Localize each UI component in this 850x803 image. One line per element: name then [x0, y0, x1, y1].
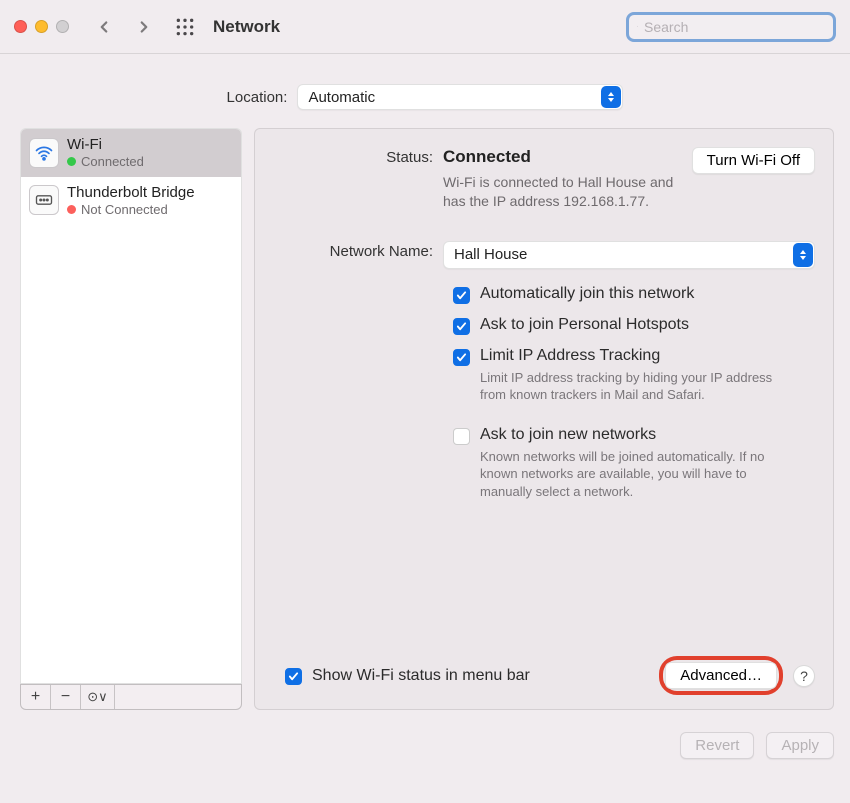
back-button[interactable]: [95, 18, 113, 36]
status-label: Status:: [273, 147, 443, 211]
thunderbolt-bridge-icon: [29, 185, 59, 215]
network-name-label: Network Name:: [273, 241, 443, 269]
close-window-button[interactable]: [14, 20, 27, 33]
search-field[interactable]: [626, 12, 836, 42]
interface-status: Connected: [67, 154, 144, 170]
window-controls: [14, 20, 69, 33]
status-dot-icon: [67, 157, 76, 166]
window-title: Network: [213, 17, 280, 37]
limit-ip-checkbox-row: Limit IP Address Tracking Limit IP addre…: [453, 347, 815, 404]
auto-join-checkbox-row: Automatically join this network: [453, 285, 815, 304]
limit-ip-description: Limit IP address tracking by hiding your…: [480, 369, 800, 404]
help-button[interactable]: ?: [793, 665, 815, 687]
add-interface-button[interactable]: +: [21, 685, 51, 709]
wifi-toggle-button[interactable]: Turn Wi-Fi Off: [692, 147, 815, 174]
ask-new-checkbox[interactable]: [453, 428, 470, 445]
remove-interface-button[interactable]: −: [51, 685, 81, 709]
ask-hotspot-label: Ask to join Personal Hotspots: [480, 316, 815, 334]
toolbar: Network: [0, 0, 850, 54]
status-description: Wi-Fi is connected to Hall House and has…: [443, 173, 680, 211]
dropdown-stepper-icon: [601, 86, 621, 108]
network-name-row: Network Name: Hall House: [273, 241, 815, 269]
status-value: Connected: [443, 147, 680, 167]
ask-hotspot-checkbox-row: Ask to join Personal Hotspots: [453, 316, 815, 335]
window-footer-buttons: Revert Apply: [0, 710, 850, 759]
search-input[interactable]: [644, 19, 825, 35]
status-row: Status: Connected Wi-Fi is connected to …: [273, 147, 815, 211]
limit-ip-label: Limit IP Address Tracking: [480, 347, 815, 365]
minimize-window-button[interactable]: [35, 20, 48, 33]
detail-footer: Show Wi-Fi status in menu bar Advanced… …: [273, 656, 815, 695]
show-all-preferences-button[interactable]: [175, 17, 195, 37]
interface-name: Thunderbolt Bridge: [67, 184, 195, 202]
location-value: Automatic: [308, 89, 375, 106]
apply-button[interactable]: Apply: [766, 732, 834, 759]
detail-pane: Status: Connected Wi-Fi is connected to …: [254, 128, 834, 710]
interface-item-wifi[interactable]: Wi-Fi Connected: [21, 129, 241, 177]
ask-new-checkbox-row: Ask to join new networks Known networks …: [453, 426, 815, 501]
zoom-window-button[interactable]: [56, 20, 69, 33]
advanced-highlight: Advanced…: [659, 656, 783, 695]
limit-ip-checkbox[interactable]: [453, 349, 470, 366]
network-name-value: Hall House: [454, 246, 527, 263]
forward-button[interactable]: [135, 18, 153, 36]
sidebar-footer-spacer: [115, 685, 241, 709]
ask-new-description: Known networks will be joined automatica…: [480, 448, 800, 501]
network-name-select[interactable]: Hall House: [443, 241, 815, 269]
wifi-icon: [29, 138, 59, 168]
auto-join-checkbox[interactable]: [453, 287, 470, 304]
auto-join-label: Automatically join this network: [480, 285, 815, 303]
interface-actions-button[interactable]: ⊙∨: [81, 685, 115, 709]
advanced-button[interactable]: Advanced…: [665, 662, 777, 689]
ask-new-label: Ask to join new networks: [480, 426, 815, 444]
interface-item-thunderbolt[interactable]: Thunderbolt Bridge Not Connected: [21, 177, 241, 225]
content-area: Wi-Fi Connected Thunderbolt Bridge: [0, 128, 850, 710]
show-status-menubar-checkbox[interactable]: [285, 668, 302, 685]
interface-name: Wi-Fi: [67, 136, 144, 154]
show-status-menubar-label: Show Wi-Fi status in menu bar: [312, 667, 530, 685]
interface-list: Wi-Fi Connected Thunderbolt Bridge: [20, 128, 242, 684]
status-dot-icon: [67, 205, 76, 214]
show-status-menubar-row: Show Wi-Fi status in menu bar: [285, 666, 530, 685]
interface-status: Not Connected: [67, 202, 195, 218]
dropdown-stepper-icon: [793, 243, 813, 267]
ask-hotspot-checkbox[interactable]: [453, 318, 470, 335]
sidebar-footer: + − ⊙∨: [20, 684, 242, 710]
interface-sidebar: Wi-Fi Connected Thunderbolt Bridge: [20, 128, 242, 710]
location-row: Location: Automatic: [0, 54, 850, 128]
nav-arrows: [95, 18, 153, 36]
location-select[interactable]: Automatic: [297, 84, 623, 110]
location-label: Location:: [227, 89, 288, 106]
revert-button[interactable]: Revert: [680, 732, 754, 759]
